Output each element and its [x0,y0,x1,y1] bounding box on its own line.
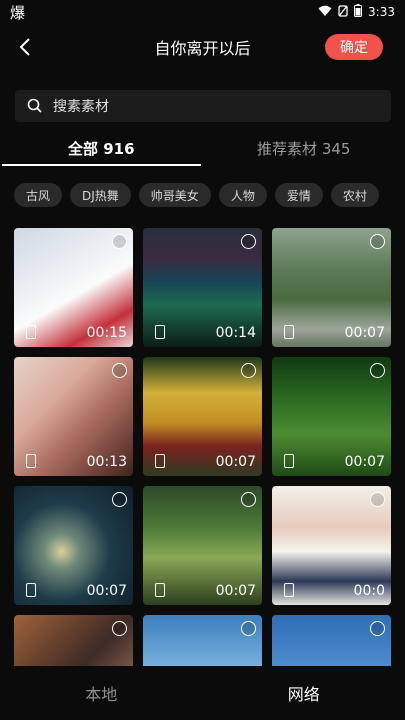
back-button[interactable] [10,32,40,62]
duration-label: 00:07 [86,583,127,599]
video-icon [284,454,294,468]
tab-network[interactable]: 网络 [203,666,405,720]
duration-label: 00:0 [353,583,385,599]
select-circle-icon[interactable] [241,363,256,378]
media-tile[interactable] [143,615,262,666]
duration-label: 00:07 [215,583,256,599]
video-icon [26,325,36,339]
search-icon [27,98,42,113]
media-tile[interactable] [14,615,133,666]
confirm-button[interactable]: 确定 [325,34,383,60]
select-circle-icon[interactable] [112,363,127,378]
select-circle-icon[interactable] [370,234,385,249]
tag-chips: 古风 DJ热舞 帅哥美女 人物 爱情 农村 [14,183,405,209]
duration-label: 00:14 [215,325,256,341]
video-icon [155,325,165,339]
video-icon [155,583,165,597]
select-circle-icon[interactable] [241,621,256,636]
media-tile[interactable]: 00:07 [14,486,133,605]
duration-label: 00:07 [215,454,256,470]
header: 自你离开以后 确定 [0,28,405,66]
page-title: 自你离开以后 [154,39,251,58]
video-icon [26,454,36,468]
select-circle-icon[interactable] [112,492,127,507]
wifi-icon [318,5,332,20]
video-icon [155,454,165,468]
select-circle-icon[interactable] [370,492,385,507]
bottom-tab-bar: 本地 网络 [0,666,405,720]
chip-people[interactable]: 人物 [218,183,267,207]
media-tile[interactable]: 00:07 [143,357,262,476]
video-icon [26,583,36,597]
select-circle-icon[interactable] [241,234,256,249]
search-placeholder: 搜素素材 [53,99,109,115]
duration-label: 00:07 [344,325,385,341]
no-sim-icon [338,4,348,20]
tab-local[interactable]: 本地 [0,666,203,720]
video-icon [284,583,294,597]
media-tile[interactable]: 00:14 [143,228,262,347]
select-circle-icon[interactable] [112,234,127,249]
duration-label: 00:07 [344,454,385,470]
duration-label: 00:15 [86,325,127,341]
chevron-left-icon [19,38,30,56]
tab-all[interactable]: 全部 916 [0,128,203,168]
chip-gufeng[interactable]: 古风 [14,183,63,207]
chip-rural[interactable]: 农村 [330,183,379,207]
media-tile[interactable]: 00:13 [14,357,133,476]
chip-love[interactable]: 爱情 [274,183,323,207]
media-tile[interactable]: 00:15 [14,228,133,347]
duration-label: 00:13 [86,454,127,470]
media-tile[interactable]: 00:07 [272,228,391,347]
chip-handsome-beauty[interactable]: 帅哥美女 [138,183,211,207]
app-notification-glyph: 爆 [10,3,26,22]
video-icon [284,325,294,339]
media-tile[interactable] [272,615,391,666]
select-circle-icon[interactable] [241,492,256,507]
media-tile[interactable]: 00:0 [272,486,391,605]
select-circle-icon[interactable] [370,621,385,636]
select-circle-icon[interactable] [112,621,127,636]
battery-icon [354,4,363,20]
media-grid: 00:15 00:14 00:07 00:13 00:07 00:07 00:0… [14,228,391,666]
chip-dj-dance[interactable]: DJ热舞 [70,183,131,207]
clock: 3:33 [368,5,395,19]
tab-recommended[interactable]: 推荐素材 345 [203,128,405,168]
media-tile[interactable]: 00:07 [143,486,262,605]
search-input[interactable]: 搜素素材 [15,90,391,122]
status-bar: 爆 3:33 [0,0,405,24]
category-tabs: 全部 916 推荐素材 345 [0,128,405,168]
status-icons: 3:33 [318,4,395,20]
select-circle-icon[interactable] [370,363,385,378]
media-tile[interactable]: 00:07 [272,357,391,476]
